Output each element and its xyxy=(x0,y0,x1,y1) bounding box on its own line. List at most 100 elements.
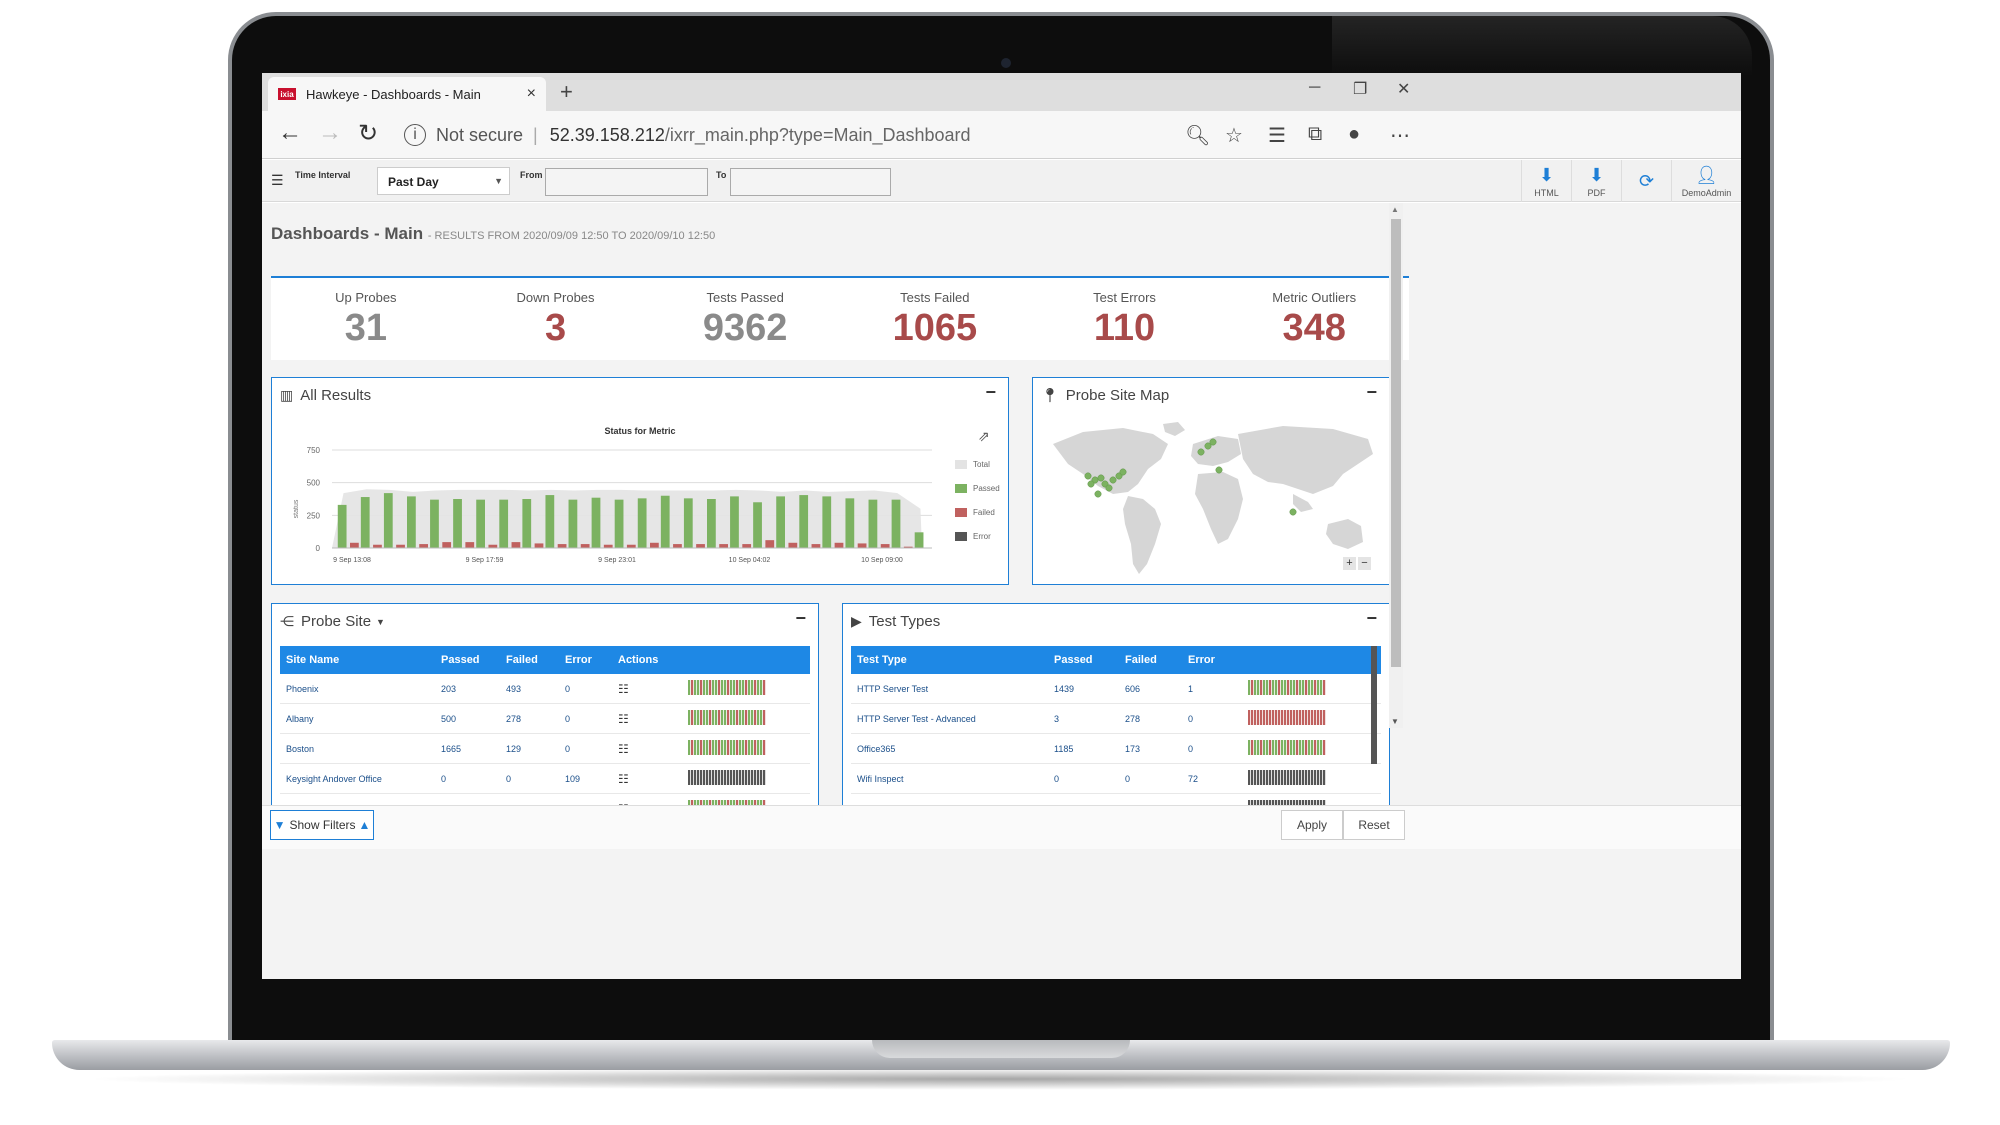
hamburger-menu-icon[interactable]: ☰ xyxy=(271,172,284,189)
column-header[interactable]: Passed xyxy=(435,654,500,666)
kpi-tests-failed[interactable]: Tests Failed 1065 xyxy=(840,278,1030,360)
share-icon[interactable]: ⇗ xyxy=(978,428,990,445)
export-pdf-button[interactable]: ⬇ PDF xyxy=(1571,160,1621,202)
table-row[interactable]: Boston 1665 129 0 ☷ xyxy=(280,734,810,764)
table-row[interactable]: HTTP Server Test 1439 606 1 xyxy=(851,674,1381,704)
site-name-link[interactable]: Albany xyxy=(280,714,435,724)
sparkbar-segment xyxy=(1272,770,1275,785)
legend-item-passed[interactable]: Passed xyxy=(955,482,1000,494)
test-types-panel: ▶ Test Types − Test Type Passed Failed E… xyxy=(842,603,1390,807)
from-input[interactable] xyxy=(545,168,708,196)
table-row[interactable]: Phoenix 203 493 0 ☷ xyxy=(280,674,810,704)
bar-passed xyxy=(891,499,901,548)
table-row[interactable]: Office365 1185 173 0 xyxy=(851,734,1381,764)
minimize-icon[interactable]: − xyxy=(985,382,996,403)
favorites-list-icon[interactable]: ☰ xyxy=(1268,123,1286,148)
kpi-down-probes[interactable]: Down Probes 3 xyxy=(461,278,651,360)
kpi-metric-outliers[interactable]: Metric Outliers 348 xyxy=(1219,278,1409,360)
site-name-link[interactable]: Boston xyxy=(280,744,435,754)
close-window-icon[interactable]: ✕ xyxy=(1397,79,1410,99)
legend-item-total[interactable]: Total xyxy=(955,458,1000,470)
list-details-icon[interactable]: ☷ xyxy=(618,682,629,696)
refresh-button[interactable]: ⟳ xyxy=(1621,160,1671,202)
column-header[interactable]: Passed xyxy=(1048,654,1119,666)
scroll-down-icon[interactable]: ▼ xyxy=(1391,717,1399,726)
sparkbar-segment xyxy=(1284,680,1287,695)
minimize-window-icon[interactable]: ─ xyxy=(1309,79,1320,97)
sparkbar-segment xyxy=(688,680,691,695)
list-details-icon[interactable]: ☷ xyxy=(618,772,629,786)
to-input[interactable] xyxy=(730,168,891,196)
sparkbar-segment xyxy=(1287,770,1290,785)
time-interval-select[interactable]: Past Day ▼ xyxy=(377,167,510,195)
column-header[interactable]: Failed xyxy=(1119,654,1182,666)
export-html-button[interactable]: ⬇ HTML xyxy=(1521,160,1571,202)
browser-tab[interactable]: ixia Hawkeye - Dashboards - Main × xyxy=(268,77,546,111)
reset-button[interactable]: Reset xyxy=(1343,810,1405,840)
test-type-link[interactable]: HTTP Server Test - Advanced xyxy=(851,714,1048,724)
zoom-icon[interactable]: 🔍︎ xyxy=(1185,123,1210,148)
table-row[interactable]: Keysight Andover Office 0 0 109 ☷ xyxy=(280,764,810,794)
minimize-icon[interactable]: − xyxy=(795,608,806,629)
back-icon[interactable]: ← xyxy=(278,119,302,147)
forward-icon[interactable]: → xyxy=(318,119,342,147)
table-scrollbar[interactable] xyxy=(1371,646,1377,764)
column-header[interactable]: Test Type xyxy=(851,654,1048,666)
user-menu-button[interactable]: 👤︎ DemoAdmin xyxy=(1671,160,1741,202)
test-type-link[interactable]: Office365 xyxy=(851,744,1048,754)
new-tab-icon[interactable]: + xyxy=(560,79,573,105)
world-map[interactable] xyxy=(1043,414,1383,579)
kpi-test-errors[interactable]: Test Errors 110 xyxy=(1030,278,1220,360)
test-type-link[interactable]: HTTP Server Test xyxy=(851,684,1048,694)
sparkbar-segment xyxy=(1290,740,1293,755)
legend-item-error[interactable]: Error xyxy=(955,530,1000,542)
list-details-icon[interactable]: ☷ xyxy=(618,712,629,726)
table-row[interactable]: Wifi Inspect 0 0 72 xyxy=(851,764,1381,794)
restore-window-icon[interactable]: ❐ xyxy=(1353,79,1367,99)
map-zoom-in-button[interactable]: + xyxy=(1343,557,1356,570)
chart-legend: Total Passed Failed Error xyxy=(955,458,1000,554)
panel-header[interactable]: ⋲ Probe Site ▼ xyxy=(280,613,385,630)
column-header[interactable]: Error xyxy=(559,654,612,666)
favorite-star-icon[interactable]: ☆ xyxy=(1225,123,1243,148)
column-header[interactable]: Site Name xyxy=(280,654,435,666)
sparkbar-segment xyxy=(718,740,721,755)
site-name-link[interactable]: Phoenix xyxy=(280,684,435,694)
test-type-link[interactable]: Wifi Inspect xyxy=(851,774,1048,784)
url-field[interactable]: i Not secure | 52.39.158.212/ixrr_main.p… xyxy=(404,119,1741,151)
passed-count: 1439 xyxy=(1054,683,1075,694)
column-header[interactable]: Error xyxy=(1182,654,1242,666)
show-filters-button[interactable]: ▼ Show Filters ▲ xyxy=(270,810,374,840)
bar-passed xyxy=(660,495,670,548)
tab-close-icon[interactable]: × xyxy=(527,85,536,103)
site-name-link[interactable]: Keysight Andover Office xyxy=(280,774,435,784)
table-row[interactable]: Albany 500 278 0 ☷ xyxy=(280,704,810,734)
column-header[interactable]: Failed xyxy=(500,654,559,666)
kpi-tests-passed[interactable]: Tests Passed 9362 xyxy=(650,278,840,360)
more-options-icon[interactable]: ⋯ xyxy=(1390,123,1410,148)
y-tick-label: 250 xyxy=(307,511,321,520)
sparkbar-segment xyxy=(748,710,751,725)
reload-icon[interactable]: ↻ xyxy=(358,119,378,148)
page-scrollbar-thumb[interactable] xyxy=(1391,219,1401,667)
info-icon[interactable]: i xyxy=(404,124,426,146)
sparkbar-segment xyxy=(1299,770,1302,785)
minimize-icon[interactable]: − xyxy=(1366,382,1377,403)
bar-failed xyxy=(788,542,798,548)
scroll-up-icon[interactable]: ▲ xyxy=(1391,205,1399,214)
legend-item-failed[interactable]: Failed xyxy=(955,506,1000,518)
minimize-icon[interactable]: − xyxy=(1366,608,1377,629)
map-zoom-out-button[interactable]: − xyxy=(1358,557,1371,570)
sparkbar-segment xyxy=(694,710,697,725)
collections-icon[interactable]: ⧉ xyxy=(1308,123,1322,146)
table-row[interactable]: HTTP Server Test - Advanced 3 278 0 xyxy=(851,704,1381,734)
sparkbar-segment xyxy=(1320,680,1323,695)
apply-button[interactable]: Apply xyxy=(1281,810,1343,840)
sparkbar-segment xyxy=(715,710,718,725)
kpi-up-probes[interactable]: Up Probes 31 xyxy=(271,278,461,360)
list-details-icon[interactable]: ☷ xyxy=(618,742,629,756)
sparkbar-segment xyxy=(1314,740,1317,755)
sparkbar-segment xyxy=(1317,710,1320,725)
sparkbar-segment xyxy=(688,740,691,755)
profile-avatar-icon[interactable]: ● xyxy=(1348,123,1360,146)
